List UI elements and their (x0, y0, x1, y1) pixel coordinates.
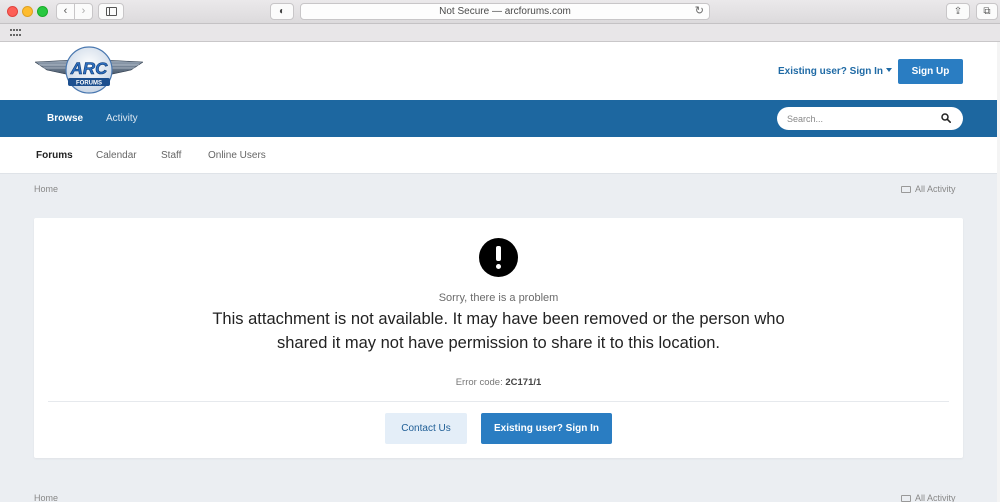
search-input[interactable] (787, 112, 937, 125)
divider (48, 401, 949, 402)
activity-feed-icon (901, 495, 911, 502)
back-button[interactable]: ‹ (56, 3, 75, 20)
privacy-shield-button[interactable]: ◐ (270, 3, 294, 20)
subnav-forums[interactable]: Forums (36, 150, 73, 161)
sidebar-toggle-button[interactable] (98, 3, 124, 20)
zoom-window-button[interactable] (37, 6, 48, 17)
nav-browse[interactable]: Browse (47, 113, 83, 124)
error-message: This attachment is not available. It may… (212, 310, 785, 352)
sidebar-icon (106, 7, 117, 16)
nav-activity[interactable]: Activity (106, 113, 138, 124)
logo-subtext: FORUMS (76, 81, 102, 87)
primary-nav: Browse Activity (0, 100, 997, 137)
activity-feed-icon (901, 186, 911, 193)
exclamation-icon (479, 238, 518, 277)
chevron-down-icon (886, 68, 893, 72)
header-signin-link[interactable]: Existing user? Sign In (778, 66, 893, 77)
error-card: Sorry, there is a problem This attachmen… (34, 218, 963, 458)
share-button[interactable]: ⇪ (946, 3, 970, 20)
header-signin-label: Existing user? Sign In (778, 66, 884, 77)
arc-forums-logo[interactable]: ARC FORUMS (35, 46, 143, 96)
minimize-window-button[interactable] (22, 6, 33, 17)
address-bar[interactable]: Not Secure — arcforums.com ↻ (300, 3, 710, 20)
subnav-online-users[interactable]: Online Users (208, 150, 266, 161)
logo-text: ARC (70, 59, 109, 78)
all-activity-link[interactable]: All Activity (901, 184, 956, 194)
browser-chrome: ‹ › ◐ Not Secure — arcforums.com ↻ ⇪ ⧉ (0, 0, 1000, 42)
error-code-value: 2C171/1 (505, 377, 542, 388)
breadcrumb-home[interactable]: Home (34, 184, 58, 194)
show-tabs-button[interactable]: ⧉ (976, 3, 998, 20)
signin-button[interactable]: Existing user? Sign In (481, 413, 612, 444)
page: ARC FORUMS Existing user? Sign In Sign U… (0, 42, 997, 502)
error-heading: Sorry, there is a problem (438, 292, 559, 304)
footer-breadcrumb-home[interactable]: Home (34, 493, 58, 502)
subnav-calendar[interactable]: Calendar (96, 150, 137, 161)
error-code-label: Error code: (455, 377, 503, 388)
error-code: Error code: 2C171/1 (34, 377, 963, 388)
url-text: Not Secure — arcforums.com (439, 6, 571, 17)
forward-button[interactable]: › (74, 3, 93, 20)
footer-all-activity-label: All Activity (915, 493, 956, 502)
contact-us-button[interactable]: Contact Us (385, 413, 467, 444)
secondary-nav: Forums Calendar Staff Online Users (0, 137, 997, 174)
footer-all-activity-link[interactable]: All Activity (901, 493, 956, 502)
reload-icon[interactable]: ↻ (695, 4, 704, 19)
signup-button[interactable]: Sign Up (898, 59, 963, 84)
site-header: ARC FORUMS Existing user? Sign In Sign U… (0, 42, 997, 100)
close-window-button[interactable] (7, 6, 18, 17)
subnav-staff[interactable]: Staff (161, 150, 181, 161)
search-box (777, 107, 963, 130)
all-activity-label: All Activity (915, 184, 956, 194)
search-icon[interactable] (941, 113, 951, 123)
favorites-grid-icon[interactable] (10, 29, 21, 37)
browser-toolbar: ‹ › ◐ Not Secure — arcforums.com ↻ ⇪ ⧉ (0, 0, 1000, 24)
